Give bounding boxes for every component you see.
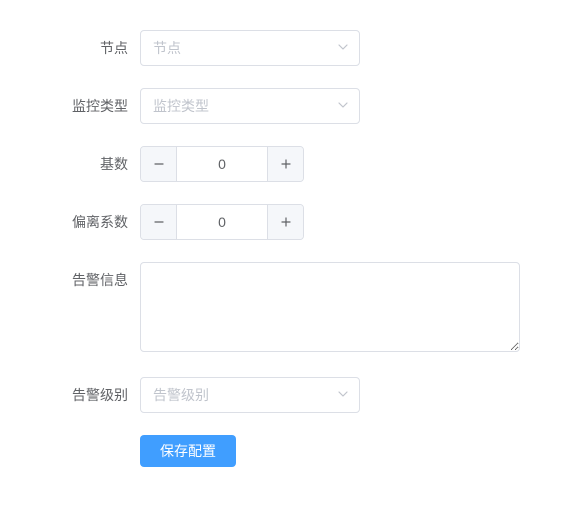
select-monitor-type-placeholder: 监控类型 xyxy=(153,96,209,116)
chevron-down-icon xyxy=(337,98,349,114)
deviation-value-input[interactable] xyxy=(177,205,267,239)
row-node: 节点 节点 xyxy=(40,30,545,66)
control-alarm-info xyxy=(140,262,545,355)
control-submit: 保存配置 xyxy=(140,435,545,471)
plus-icon xyxy=(281,217,291,227)
deviation-increase-button[interactable] xyxy=(267,205,303,239)
row-alarm-info: 告警信息 xyxy=(40,262,545,355)
base-value-input[interactable] xyxy=(177,147,267,181)
control-monitor-type: 监控类型 xyxy=(140,88,545,124)
row-deviation: 偏离系数 xyxy=(40,204,545,240)
label-node: 节点 xyxy=(40,30,140,66)
deviation-decrease-button[interactable] xyxy=(141,205,177,239)
row-submit: 保存配置 xyxy=(40,435,545,471)
control-deviation xyxy=(140,204,545,240)
base-decrease-button[interactable] xyxy=(141,147,177,181)
select-node[interactable]: 节点 xyxy=(140,30,360,66)
chevron-down-icon xyxy=(337,40,349,56)
label-alarm-level: 告警级别 xyxy=(40,377,140,413)
save-config-button[interactable]: 保存配置 xyxy=(140,435,236,467)
select-alarm-level[interactable]: 告警级别 xyxy=(140,377,360,413)
select-monitor-type[interactable]: 监控类型 xyxy=(140,88,360,124)
label-monitor-type: 监控类型 xyxy=(40,88,140,124)
label-alarm-info: 告警信息 xyxy=(40,262,140,298)
row-base: 基数 xyxy=(40,146,545,182)
control-base xyxy=(140,146,545,182)
minus-icon xyxy=(154,159,164,169)
row-monitor-type: 监控类型 监控类型 xyxy=(40,88,545,124)
control-alarm-level: 告警级别 xyxy=(140,377,545,413)
number-input-base xyxy=(140,146,304,182)
number-input-deviation xyxy=(140,204,304,240)
row-alarm-level: 告警级别 告警级别 xyxy=(40,377,545,413)
select-alarm-level-placeholder: 告警级别 xyxy=(153,385,209,405)
base-increase-button[interactable] xyxy=(267,147,303,181)
chevron-down-icon xyxy=(337,387,349,403)
label-deviation: 偏离系数 xyxy=(40,204,140,240)
alarm-info-textarea[interactable] xyxy=(140,262,520,352)
select-node-placeholder: 节点 xyxy=(153,38,181,58)
plus-icon xyxy=(281,159,291,169)
label-base: 基数 xyxy=(40,146,140,182)
minus-icon xyxy=(154,217,164,227)
control-node: 节点 xyxy=(140,30,545,66)
